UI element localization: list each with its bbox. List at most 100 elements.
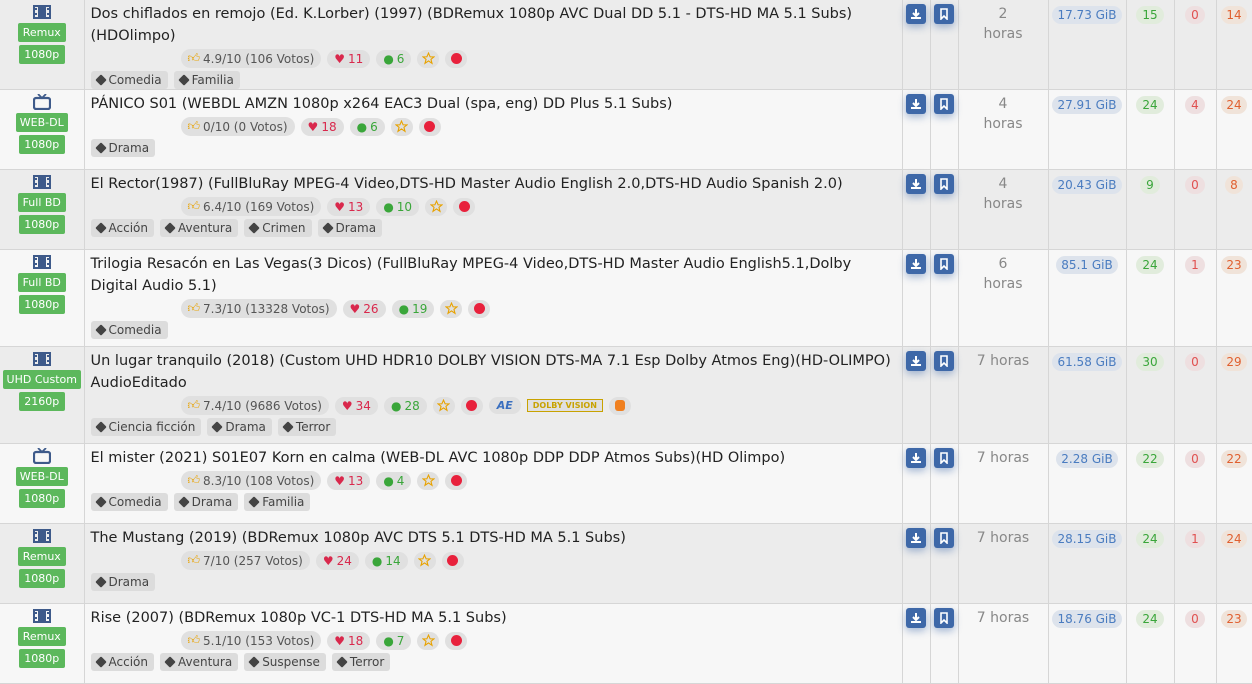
likes-badge[interactable]: ♥ 34	[334, 396, 378, 415]
genre-tag[interactable]: Comedia	[90, 321, 168, 339]
type-badge[interactable]: Full BD	[17, 193, 66, 212]
download-button[interactable]	[906, 448, 926, 468]
category-icon[interactable]	[32, 174, 51, 190]
download-button[interactable]	[906, 4, 926, 24]
resolution-badge[interactable]: 1080p	[18, 45, 65, 64]
completed-badge[interactable]: 8	[1225, 176, 1243, 194]
seeders-badge[interactable]: 24	[1136, 530, 1164, 548]
completed-badge[interactable]: 23	[1221, 256, 1247, 274]
leechers-badge[interactable]: 0	[1185, 450, 1205, 468]
genre-tag[interactable]: Drama	[317, 219, 383, 237]
genre-tag[interactable]: Aventura	[159, 653, 239, 671]
genre-tag[interactable]: Aventura	[159, 219, 239, 237]
completed-badge[interactable]: 14	[1221, 6, 1247, 24]
comments-badge[interactable]: ● 19	[391, 299, 435, 318]
bookmark-button[interactable]	[934, 4, 954, 24]
completed-badge[interactable]: 29	[1221, 353, 1247, 371]
leechers-badge[interactable]: 0	[1185, 6, 1205, 24]
likes-badge[interactable]: ♥ 18	[300, 117, 344, 136]
comments-badge[interactable]: ● 6	[349, 117, 385, 136]
torrent-title[interactable]: Trilogia Resacón en Las Vegas(3 Dicos) (…	[91, 253, 896, 297]
genre-tag[interactable]: Drama	[207, 418, 272, 436]
comments-badge[interactable]: ● 7	[376, 631, 412, 650]
download-button[interactable]	[906, 528, 926, 548]
resolution-badge[interactable]: 1080p	[18, 295, 65, 314]
bookmark-button[interactable]	[934, 94, 954, 114]
comments-badge[interactable]: ● 10	[376, 197, 420, 216]
resolution-badge[interactable]: 1080p	[18, 649, 65, 668]
seeders-badge[interactable]: 15	[1136, 6, 1164, 24]
type-badge[interactable]: WEB-DL	[15, 467, 68, 486]
category-icon[interactable]	[32, 447, 51, 465]
genre-tag[interactable]: Drama	[173, 493, 239, 511]
download-button[interactable]	[906, 608, 926, 628]
leechers-badge[interactable]: 0	[1185, 176, 1205, 194]
bookmark-button[interactable]	[934, 351, 954, 371]
torrent-title[interactable]: El Rector(1987) (FullBluRay MPEG-4 Video…	[91, 173, 896, 195]
seeders-badge[interactable]: 30	[1136, 353, 1164, 371]
resolution-badge[interactable]: 1080p	[18, 489, 65, 508]
resolution-badge[interactable]: 2160p	[18, 392, 65, 411]
category-icon[interactable]	[32, 351, 51, 367]
likes-badge[interactable]: ♥ 11	[327, 49, 371, 68]
download-button[interactable]	[906, 94, 926, 114]
genre-tag[interactable]: Ciencia ficción	[90, 418, 202, 436]
bookmark-button[interactable]	[934, 448, 954, 468]
seeders-badge[interactable]: 24	[1136, 96, 1164, 114]
genre-tag[interactable]: Terror	[331, 653, 391, 671]
genre-tag[interactable]: Crimen	[244, 219, 312, 237]
likes-badge[interactable]: ♥ 18	[327, 631, 371, 650]
type-badge[interactable]: Remux	[17, 23, 66, 42]
completed-badge[interactable]: 24	[1221, 96, 1247, 114]
torrent-title[interactable]: The Mustang (2019) (BDRemux 1080p AVC DT…	[91, 527, 896, 549]
seeders-badge[interactable]: 24	[1136, 256, 1164, 274]
seeders-badge[interactable]: 24	[1136, 610, 1164, 628]
bookmark-button[interactable]	[934, 174, 954, 194]
leechers-badge[interactable]: 0	[1185, 610, 1205, 628]
leechers-badge[interactable]: 1	[1185, 530, 1205, 548]
torrent-title[interactable]: El mister (2021) S01E07 Korn en calma (W…	[91, 447, 896, 469]
genre-tag[interactable]: Familia	[244, 493, 311, 511]
seeders-badge[interactable]: 9	[1140, 176, 1160, 194]
genre-tag[interactable]: Terror	[277, 418, 337, 436]
bookmark-button[interactable]	[934, 528, 954, 548]
torrent-title[interactable]: Dos chiflados en remojo (Ed. K.Lorber) (…	[91, 3, 896, 47]
bookmark-button[interactable]	[934, 608, 954, 628]
genre-tag[interactable]: Acción	[90, 653, 154, 671]
genre-tag[interactable]: Familia	[173, 71, 240, 89]
type-badge[interactable]: WEB-DL	[15, 113, 68, 132]
type-badge[interactable]: Remux	[17, 627, 66, 646]
comments-badge[interactable]: ● 6	[376, 49, 412, 68]
category-icon[interactable]	[32, 4, 51, 20]
likes-badge[interactable]: ♥ 24	[315, 551, 359, 570]
genre-tag[interactable]: Comedia	[90, 493, 168, 511]
genre-tag[interactable]: Suspense	[244, 653, 326, 671]
likes-badge[interactable]: ♥ 26	[342, 299, 386, 318]
genre-tag[interactable]: Acción	[90, 219, 154, 237]
torrent-title[interactable]: Rise (2007) (BDRemux 1080p VC-1 DTS-HD M…	[91, 607, 896, 629]
likes-badge[interactable]: ♥ 13	[327, 471, 371, 490]
torrent-title[interactable]: Un lugar tranquilo (2018) (Custom UHD HD…	[91, 350, 896, 394]
bookmark-button[interactable]	[934, 254, 954, 274]
resolution-badge[interactable]: 1080p	[18, 135, 65, 154]
leechers-badge[interactable]: 1	[1185, 256, 1205, 274]
type-badge[interactable]: Remux	[17, 547, 66, 566]
download-button[interactable]	[906, 351, 926, 371]
completed-badge[interactable]: 23	[1221, 610, 1247, 628]
category-icon[interactable]	[32, 528, 51, 544]
leechers-badge[interactable]: 0	[1185, 353, 1205, 371]
download-button[interactable]	[906, 174, 926, 194]
likes-badge[interactable]: ♥ 13	[327, 197, 371, 216]
comments-badge[interactable]: ● 14	[364, 551, 408, 570]
seeders-badge[interactable]: 22	[1136, 450, 1164, 468]
leechers-badge[interactable]: 4	[1185, 96, 1205, 114]
genre-tag[interactable]: Drama	[90, 573, 156, 591]
download-button[interactable]	[906, 254, 926, 274]
type-badge[interactable]: Full BD	[17, 273, 66, 292]
comments-badge[interactable]: ● 4	[376, 471, 412, 490]
category-icon[interactable]	[32, 254, 51, 270]
resolution-badge[interactable]: 1080p	[18, 215, 65, 234]
category-icon[interactable]	[32, 93, 51, 111]
completed-badge[interactable]: 24	[1221, 530, 1247, 548]
genre-tag[interactable]: Drama	[90, 139, 156, 157]
